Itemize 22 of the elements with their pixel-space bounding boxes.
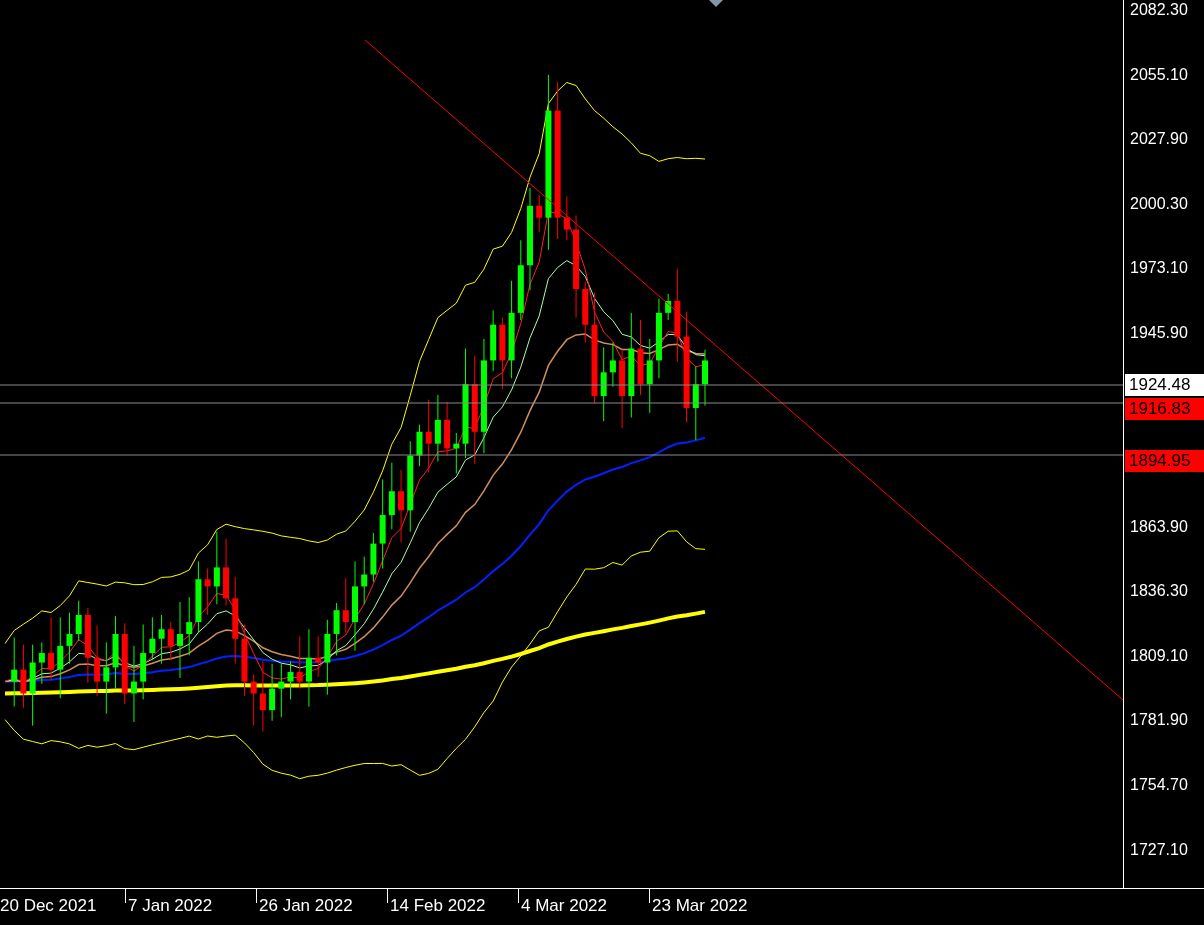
price-label: 1863.90 bbox=[1130, 517, 1188, 535]
price-label: 2082.30 bbox=[1130, 1, 1188, 18]
date-label: 7 Jan 2022 bbox=[128, 896, 213, 915]
price-label: 1727.10 bbox=[1130, 840, 1188, 858]
price-label: 1809.10 bbox=[1130, 646, 1188, 664]
price-tag: 1924.48 bbox=[1125, 374, 1204, 396]
price-tag: 1894.95 bbox=[1125, 450, 1204, 472]
price-label: 2055.10 bbox=[1130, 65, 1188, 83]
date-label: 20 Dec 2021 bbox=[0, 896, 97, 915]
price-label: 1754.70 bbox=[1130, 775, 1188, 793]
price-label: 1781.90 bbox=[1130, 711, 1188, 729]
date-label: 26 Jan 2022 bbox=[259, 896, 353, 915]
marker-icon bbox=[709, 0, 723, 7]
price-label: 2027.90 bbox=[1130, 130, 1188, 148]
date-label: 4 Mar 2022 bbox=[521, 896, 607, 915]
price-label: 1836.30 bbox=[1130, 582, 1188, 600]
date-label: 14 Feb 2022 bbox=[390, 896, 486, 915]
price-label: 2000.30 bbox=[1130, 194, 1188, 212]
date-label: 23 Mar 2022 bbox=[652, 896, 748, 915]
price-label: 1973.10 bbox=[1130, 259, 1188, 277]
price-tag: 1916.83 bbox=[1125, 398, 1204, 420]
price-label: 1945.90 bbox=[1130, 323, 1188, 341]
